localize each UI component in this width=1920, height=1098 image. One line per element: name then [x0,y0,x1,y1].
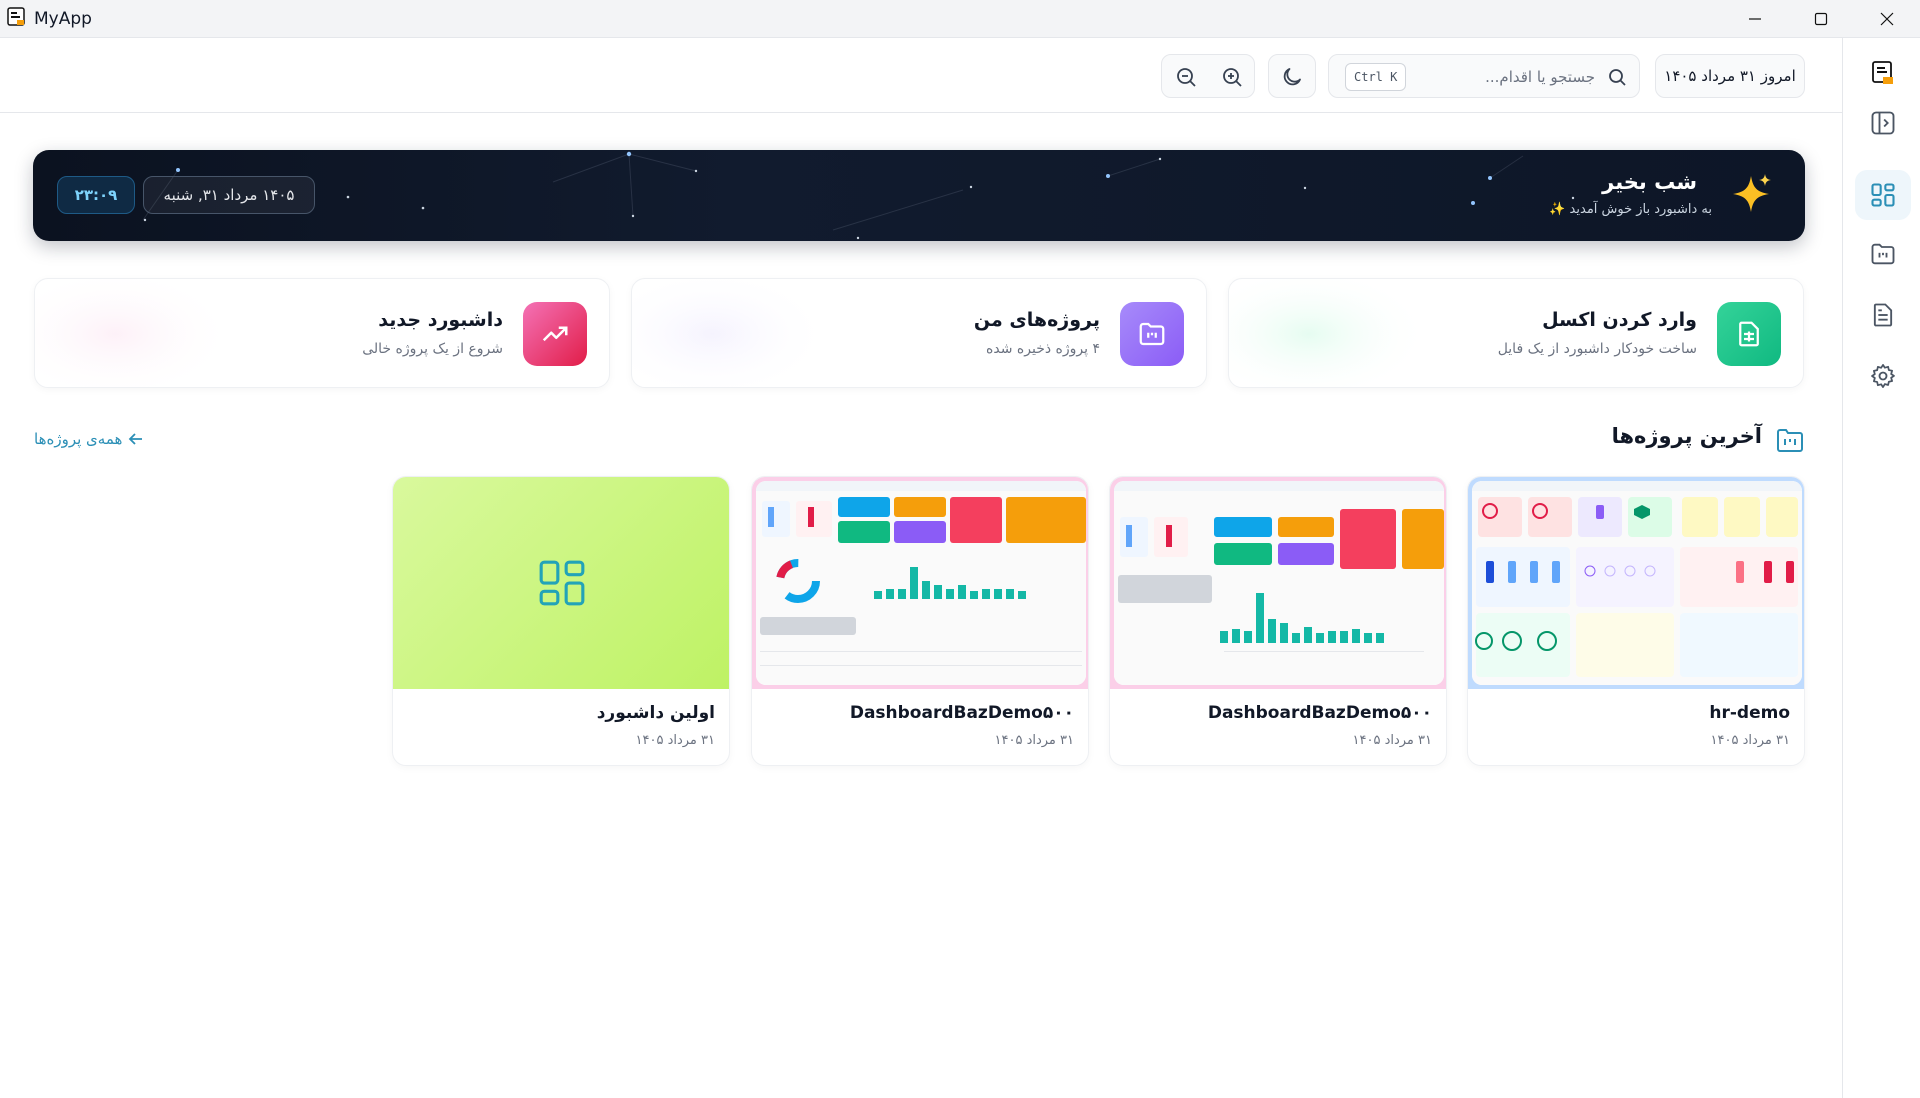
close-icon [1880,12,1894,26]
zoom-in-button[interactable] [1210,55,1254,99]
recent-projects-title: آخرین پروژه‌ها [1611,424,1762,448]
project-card[interactable]: hr-demo ۳۱ مرداد ۱۴۰۵ [1467,476,1805,766]
my-projects-title: پروژه‌های من [973,309,1100,331]
dashboard-preview [1114,481,1444,685]
moon-icon [1283,68,1301,86]
project-thumbnail [1468,477,1804,689]
card-glow-decoration [1229,279,1429,387]
folder-chart-icon [1120,302,1184,366]
sidebar-item-settings[interactable] [1855,351,1911,401]
new-dashboard-title: داشبورد جدید [378,309,503,331]
zoom-in-icon [1223,68,1242,87]
project-name: DashboardBazDemo۵۰۰ [849,703,1074,723]
search-icon [1609,69,1626,86]
today-date-badge: امروز ۳۱ مرداد ۱۴۰۵ [1655,54,1805,98]
card-glow-decoration [632,279,832,387]
app-logo-icon [6,6,28,28]
grid-icon [1871,183,1895,207]
close-button[interactable] [1854,0,1920,38]
project-name: اولین داشبورد [596,703,715,723]
minimize-button[interactable] [1722,0,1788,38]
project-thumbnail [1110,477,1446,689]
shortcut-hint: Ctrl K [1345,63,1407,91]
import-excel-subtitle: ساخت خودکار داشبورد از یک فایل [1497,341,1697,357]
spreadsheet-icon [1717,302,1781,366]
folder-chart-icon [1871,243,1895,265]
project-date: ۳۱ مرداد ۱۴۰۵ [1710,733,1791,748]
maximize-icon [1814,12,1828,26]
all-projects-label: همه‌ی پروژه‌ها [34,430,123,448]
theme-toggle-group [1268,54,1316,98]
dashboard-preview [1472,481,1802,685]
top-header: امروز ۳۱ مرداد ۱۴۰۵ جستجو یا اقدام... Ct… [0,38,1842,113]
folder-chart-icon [1777,429,1803,452]
new-dashboard-card[interactable]: داشبورد جدید شروع از یک پروژه خالی [34,278,610,388]
project-date: ۳۱ مرداد ۱۴۰۵ [1352,733,1433,748]
app-logo-icon [1872,61,1893,84]
import-excel-title: وارد کردن اکسل [1542,309,1697,331]
project-card[interactable]: DashboardBazDemo۵۰۰ ۳۱ مرداد ۱۴۰۵ [1109,476,1447,766]
grid-icon [539,560,585,606]
sidebar-item-projects[interactable] [1855,229,1911,279]
clock-badge: ۲۳:۰۹ [57,176,135,214]
minimize-icon [1749,18,1761,20]
trend-up-icon [523,302,587,366]
project-name: DashboardBazDemo۵۰۰ [1207,703,1432,723]
project-thumbnail [393,477,729,689]
my-projects-subtitle: ۴ پروژه ذخیره شده [986,341,1100,357]
card-glow-decoration [35,279,235,387]
gear-icon [1871,364,1895,388]
document-icon [1873,303,1893,327]
maximize-button[interactable] [1788,0,1854,38]
title-bar: MyApp [0,0,1920,38]
theme-toggle-button[interactable] [1270,55,1314,99]
project-date: ۳۱ مرداد ۱۴۰۵ [635,733,716,748]
project-date: ۳۱ مرداد ۱۴۰۵ [994,733,1075,748]
zoom-out-button[interactable] [1164,55,1208,99]
zoom-group [1161,54,1255,98]
search-placeholder: جستجو یا اقدام... [1485,68,1595,86]
zoom-out-icon [1177,68,1196,87]
day-badge: ۱۴۰۵ مرداد ۳۱, شنبه [143,176,315,214]
sparkle-icon [1733,174,1771,212]
greeting-title: شب بخیر [1602,170,1697,194]
my-projects-card[interactable]: پروژه‌های من ۴ پروژه ذخیره شده [631,278,1207,388]
sidebar-toggle-button[interactable] [1855,98,1911,148]
project-name: hr-demo [1709,703,1790,723]
search-input[interactable]: جستجو یا اقدام... Ctrl K [1328,54,1640,98]
sidebar-logo[interactable] [1855,48,1911,98]
arrow-left-icon [129,433,143,445]
project-thumbnail [752,477,1088,689]
sidebar [1842,38,1920,1098]
new-dashboard-subtitle: شروع از یک پروژه خالی [362,341,503,357]
project-card[interactable]: اولین داشبورد ۳۱ مرداد ۱۴۰۵ [392,476,730,766]
dashboard-preview [756,481,1086,685]
welcome-subtitle: به داشبورد باز خوش آمدید ✨ [1549,202,1712,217]
welcome-banner: شب بخیر به داشبورد باز خوش آمدید ✨ ۱۴۰۵ … [33,150,1805,241]
sidebar-item-dashboard[interactable] [1855,170,1911,220]
sidebar-toggle-icon [1871,111,1895,135]
all-projects-link[interactable]: همه‌ی پروژه‌ها [34,430,144,448]
project-card[interactable]: DashboardBazDemo۵۰۰ ۳۱ مرداد ۱۴۰۵ [751,476,1089,766]
import-excel-card[interactable]: وارد کردن اکسل ساخت خودکار داشبورد از یک… [1228,278,1804,388]
sidebar-item-documents[interactable] [1855,290,1911,340]
app-title: MyApp [34,9,92,29]
